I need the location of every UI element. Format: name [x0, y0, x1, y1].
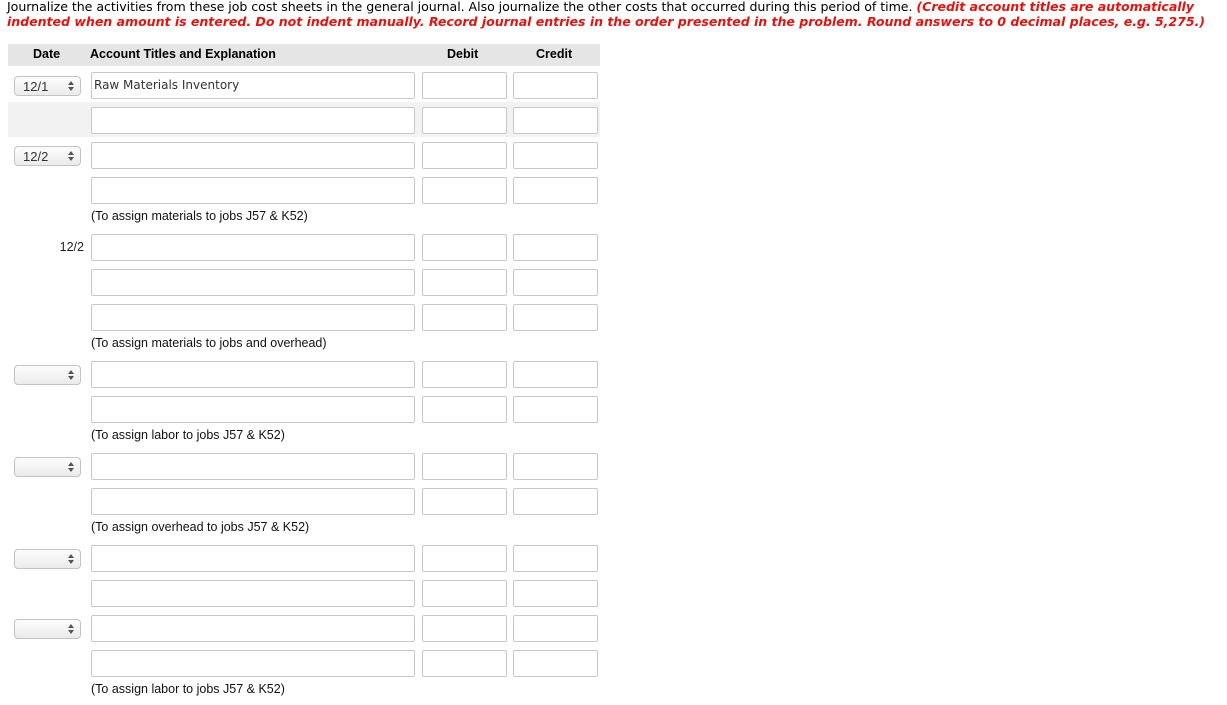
- debit-input[interactable]: [422, 453, 507, 480]
- entry-explanation: (To assign labor to jobs J57 & K52): [91, 428, 285, 442]
- debit-input[interactable]: [422, 269, 507, 296]
- up-down-arrows-icon: [68, 460, 74, 474]
- credit-input[interactable]: [513, 304, 598, 331]
- debit-input[interactable]: [422, 361, 507, 388]
- journal-row: 12/2: [8, 142, 600, 177]
- journal-row: [8, 615, 600, 650]
- journal-row: 12/1 Raw Materials Inventory: [8, 68, 600, 103]
- journal-row: [8, 580, 600, 615]
- credit-input[interactable]: [513, 269, 598, 296]
- journal-row: [8, 102, 600, 137]
- journal-row: [8, 361, 600, 396]
- account-input[interactable]: [91, 615, 415, 642]
- account-input[interactable]: [91, 142, 415, 169]
- credit-input[interactable]: [513, 361, 598, 388]
- credit-input[interactable]: [513, 488, 598, 515]
- journal-row: [8, 304, 600, 339]
- credit-input[interactable]: [513, 580, 598, 607]
- date-select[interactable]: [14, 549, 81, 569]
- credit-input[interactable]: [513, 72, 598, 99]
- journal-row: [8, 650, 600, 685]
- up-down-arrows-icon: [68, 622, 74, 636]
- entry-explanation: (To assign materials to jobs and overhea…: [91, 336, 327, 350]
- date-select-value: 12/1: [23, 79, 49, 94]
- account-input[interactable]: [91, 304, 415, 331]
- header-credit: Credit: [536, 47, 573, 61]
- journal-row: 12/2: [8, 234, 600, 269]
- up-down-arrows-icon: [68, 149, 74, 163]
- debit-input[interactable]: [422, 545, 507, 572]
- account-input[interactable]: [91, 234, 415, 261]
- date-text: 12/2: [59, 240, 84, 254]
- credit-input[interactable]: [513, 615, 598, 642]
- date-select[interactable]: [14, 619, 81, 639]
- debit-input[interactable]: [422, 142, 507, 169]
- credit-input[interactable]: [513, 453, 598, 480]
- credit-input[interactable]: [513, 234, 598, 261]
- debit-input[interactable]: [422, 234, 507, 261]
- account-input[interactable]: [91, 177, 415, 204]
- debit-input[interactable]: [422, 580, 507, 607]
- journal-row: [8, 396, 600, 431]
- credit-input[interactable]: [513, 650, 598, 677]
- journal-row: [8, 545, 600, 580]
- header-debit: Debit: [447, 47, 479, 61]
- header-date: Date: [33, 47, 61, 61]
- debit-input[interactable]: [422, 107, 507, 134]
- up-down-arrows-icon: [68, 552, 74, 566]
- date-select[interactable]: [14, 365, 81, 385]
- account-input[interactable]: [91, 269, 415, 296]
- table-header: Date Account Titles and Explanation Debi…: [8, 44, 600, 66]
- header-account: Account Titles and Explanation: [90, 47, 276, 61]
- debit-input[interactable]: [422, 396, 507, 423]
- credit-input[interactable]: [513, 142, 598, 169]
- date-select-value: 12/2: [23, 149, 49, 164]
- credit-input[interactable]: [513, 177, 598, 204]
- account-input[interactable]: [91, 453, 415, 480]
- date-select[interactable]: [14, 457, 81, 477]
- date-select[interactable]: 12/2: [14, 146, 81, 166]
- account-input[interactable]: [91, 650, 415, 677]
- instructions: Journalize the activities from these job…: [7, 0, 1217, 29]
- journal-row: [8, 453, 600, 488]
- journal-row: [8, 488, 600, 523]
- instructions-text: Journalize the activities from these job…: [7, 0, 917, 14]
- debit-input[interactable]: [422, 304, 507, 331]
- entry-explanation: (To assign labor to jobs J57 & K52): [91, 682, 285, 696]
- debit-input[interactable]: [422, 650, 507, 677]
- entry-explanation: (To assign overhead to jobs J57 & K52): [91, 520, 310, 534]
- credit-input[interactable]: [513, 107, 598, 134]
- account-input[interactable]: [91, 545, 415, 572]
- up-down-arrows-icon: [68, 368, 74, 382]
- account-input[interactable]: [91, 488, 415, 515]
- entry-explanation: (To assign materials to jobs J57 & K52): [91, 209, 308, 223]
- account-input[interactable]: [91, 361, 415, 388]
- debit-input[interactable]: [422, 72, 507, 99]
- debit-input[interactable]: [422, 488, 507, 515]
- debit-input[interactable]: [422, 177, 507, 204]
- journal-row: [8, 269, 600, 304]
- credit-input[interactable]: [513, 545, 598, 572]
- credit-input[interactable]: [513, 396, 598, 423]
- up-down-arrows-icon: [68, 79, 74, 93]
- account-input[interactable]: [91, 396, 415, 423]
- journal-row: [8, 177, 600, 212]
- account-input[interactable]: [91, 580, 415, 607]
- debit-input[interactable]: [422, 615, 507, 642]
- date-select[interactable]: 12/1: [14, 76, 81, 96]
- account-input[interactable]: Raw Materials Inventory: [91, 72, 415, 99]
- account-input[interactable]: [91, 107, 415, 134]
